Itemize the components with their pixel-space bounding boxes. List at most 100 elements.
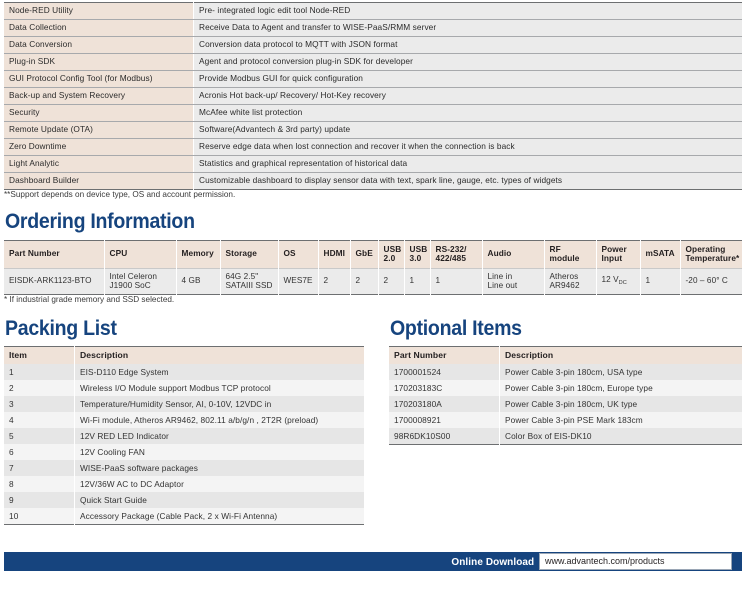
packing-item-description: 12V Cooling FAN bbox=[74, 444, 364, 460]
col-header-memory: Memory bbox=[176, 240, 221, 269]
cell-rf-module: Atheros AR9462 bbox=[544, 268, 597, 295]
packing-item-number: 4 bbox=[4, 412, 75, 428]
feature-description: Receive Data to Agent and transfer to WI… bbox=[193, 19, 742, 37]
table-row: 10 Accessory Package (Cable Pack, 2 x Wi… bbox=[4, 508, 364, 525]
feature-description: McAfee white list protection bbox=[193, 104, 742, 122]
col-header-optional-part-number: Part Number bbox=[389, 346, 500, 364]
cell-cpu: Intel Celeron J1900 SoC bbox=[104, 268, 177, 295]
table-header-row: Part Number CPU Memory Storage OS HDMI G… bbox=[4, 240, 742, 269]
table-row: GUI Protocol Config Tool (for Modbus) Pr… bbox=[4, 70, 742, 88]
table-row: 4 Wi-Fi module, Atheros AR9462, 802.11 a… bbox=[4, 412, 364, 428]
col-header-optional-description: Description bbox=[499, 346, 742, 364]
col-header-hdmi: HDMI bbox=[318, 240, 351, 269]
cell-os: WES7E bbox=[278, 268, 319, 295]
cell-serial: 1 bbox=[430, 268, 483, 295]
packing-item-description: Quick Start Guide bbox=[74, 492, 364, 508]
table-row: 5 12V RED LED Indicator bbox=[4, 428, 364, 444]
cell-audio-line1: Line in bbox=[487, 271, 513, 281]
ordering-table-head: Part Number CPU Memory Storage OS HDMI G… bbox=[4, 240, 742, 269]
packing-item-number: 7 bbox=[4, 460, 75, 476]
col-header-power-input: Power Input bbox=[596, 240, 641, 269]
packing-table-body: 1 EIS-D110 Edge System 2 Wireless I/O Mo… bbox=[4, 364, 364, 525]
footer-bar: Online Download www.advantech.com/produc… bbox=[4, 552, 742, 571]
optional-description: Power Cable 3-pin 180cm, UK type bbox=[499, 396, 742, 412]
software-feature-table-body: Node-RED Utility Pre- integrated logic e… bbox=[4, 2, 742, 190]
feature-name: Zero Downtime bbox=[4, 138, 194, 156]
cell-audio-line2: Line out bbox=[487, 281, 518, 290]
col-header-power-line2: Input bbox=[601, 253, 623, 263]
col-header-rf-line2: module bbox=[549, 253, 580, 263]
optional-part-number: 170203180A bbox=[389, 396, 500, 412]
table-row: 1700001524 Power Cable 3-pin 180cm, USA … bbox=[389, 364, 742, 380]
section-title-optional-items: Optional Items bbox=[390, 317, 522, 340]
software-feature-table: Node-RED Utility Pre- integrated logic e… bbox=[4, 2, 742, 190]
online-download-group: Online Download www.advantech.com/produc… bbox=[447, 552, 732, 571]
optional-table-body: 1700001524 Power Cable 3-pin 180cm, USA … bbox=[389, 364, 742, 445]
feature-name: Light Analytic bbox=[4, 155, 194, 173]
packing-list-table-container: Item Description 1 EIS-D110 Edge System … bbox=[4, 346, 364, 525]
packing-item-number: 5 bbox=[4, 428, 75, 444]
packing-item-number: 6 bbox=[4, 444, 75, 460]
packing-item-number: 8 bbox=[4, 476, 75, 492]
table-row: 2 Wireless I/O Module support Modbus TCP… bbox=[4, 380, 364, 396]
optional-description: Power Cable 3-pin 180cm, USA type bbox=[499, 364, 742, 380]
packing-item-description: Accessory Package (Cable Pack, 2 x Wi-Fi… bbox=[74, 508, 364, 525]
table-row: Data Collection Receive Data to Agent an… bbox=[4, 19, 742, 37]
cell-part-number: EISDK-ARK1123-BTO bbox=[4, 268, 105, 295]
table-row: 98R6DK10S00 Color Box of EIS-DK10 bbox=[389, 428, 742, 445]
table-row: 3 Temperature/Humidity Sensor, AI, 0-10V… bbox=[4, 396, 364, 412]
optional-description: Power Cable 3-pin 180cm, Europe type bbox=[499, 380, 742, 396]
table-row: Dashboard Builder Customizable dashboard… bbox=[4, 172, 742, 190]
cell-cpu-line2: J1900 SoC bbox=[109, 281, 151, 290]
table-row: EISDK-ARK1123-BTO Intel Celeron J1900 So… bbox=[4, 268, 742, 295]
optional-part-number: 1700008921 bbox=[389, 412, 500, 428]
software-feature-table-container: Node-RED Utility Pre- integrated logic e… bbox=[4, 2, 742, 190]
col-header-audio: Audio bbox=[482, 240, 545, 269]
table-row: 1700008921 Power Cable 3-pin PSE Mark 18… bbox=[389, 412, 742, 428]
feature-description: Conversion data protocol to MQTT with JS… bbox=[193, 36, 742, 54]
ordering-table-body: EISDK-ARK1123-BTO Intel Celeron J1900 So… bbox=[4, 268, 742, 295]
feature-description: Pre- integrated logic edit tool Node-RED bbox=[193, 2, 742, 20]
feature-description: Reserve edge data when lost connection a… bbox=[193, 138, 742, 156]
col-header-usb30: USB 3.0 bbox=[404, 240, 431, 269]
optional-description: Power Cable 3-pin PSE Mark 183cm bbox=[499, 412, 742, 428]
table-row: Data Conversion Conversion data protocol… bbox=[4, 36, 742, 54]
cell-usb30: 1 bbox=[404, 268, 431, 295]
feature-description: Agent and protocol conversion plug-in SD… bbox=[193, 53, 742, 71]
optional-part-number: 1700001524 bbox=[389, 364, 500, 380]
industrial-grade-note: * If industrial grade memory and SSD sel… bbox=[4, 295, 175, 304]
online-download-url[interactable]: www.advantech.com/products bbox=[539, 553, 732, 570]
packing-item-description: 12V/36W AC to DC Adaptor bbox=[74, 476, 364, 492]
feature-description: Customizable dashboard to display sensor… bbox=[193, 172, 742, 190]
section-title-packing-list: Packing List bbox=[5, 317, 117, 340]
col-header-storage: Storage bbox=[220, 240, 279, 269]
feature-name: Data Collection bbox=[4, 19, 194, 37]
cell-rf-line2: AR9462 bbox=[549, 281, 580, 290]
section-title-ordering: Ordering Information bbox=[5, 210, 195, 233]
packing-item-description: EIS-D110 Edge System bbox=[74, 364, 364, 380]
packing-item-number: 10 bbox=[4, 508, 75, 525]
feature-name: Back-up and System Recovery bbox=[4, 87, 194, 105]
feature-description: Statistics and graphical representation … bbox=[193, 155, 742, 173]
optional-description: Color Box of EIS-DK10 bbox=[499, 428, 742, 445]
col-header-msata: mSATA bbox=[640, 240, 681, 269]
packing-item-description: WISE-PaaS software packages bbox=[74, 460, 364, 476]
col-header-operating-temperature: Operating Temperature* bbox=[680, 240, 742, 269]
table-row: 1 EIS-D110 Edge System bbox=[4, 364, 364, 380]
cell-power-input: 12 VDC bbox=[596, 268, 641, 295]
feature-name: Remote Update (OTA) bbox=[4, 121, 194, 139]
feature-name: Security bbox=[4, 104, 194, 122]
cell-rf-line1: Atheros bbox=[549, 271, 579, 281]
cell-audio: Line in Line out bbox=[482, 268, 545, 295]
cell-power-value: 12 V bbox=[601, 275, 619, 285]
col-header-part-number: Part Number bbox=[4, 240, 105, 269]
packing-item-description: Wi-Fi module, Atheros AR9462, 802.11 a/b… bbox=[74, 412, 364, 428]
table-row: Plug-in SDK Agent and protocol conversio… bbox=[4, 53, 742, 71]
table-row: 9 Quick Start Guide bbox=[4, 492, 364, 508]
optional-items-table-container: Part Number Description 1700001524 Power… bbox=[389, 346, 742, 445]
col-header-usb20-line2: 2.0 bbox=[383, 253, 396, 263]
col-header-usb20: USB 2.0 bbox=[378, 240, 405, 269]
datasheet-page: Node-RED Utility Pre- integrated logic e… bbox=[0, 0, 750, 591]
col-header-os: OS bbox=[278, 240, 319, 269]
table-row: Light Analytic Statistics and graphical … bbox=[4, 155, 742, 173]
